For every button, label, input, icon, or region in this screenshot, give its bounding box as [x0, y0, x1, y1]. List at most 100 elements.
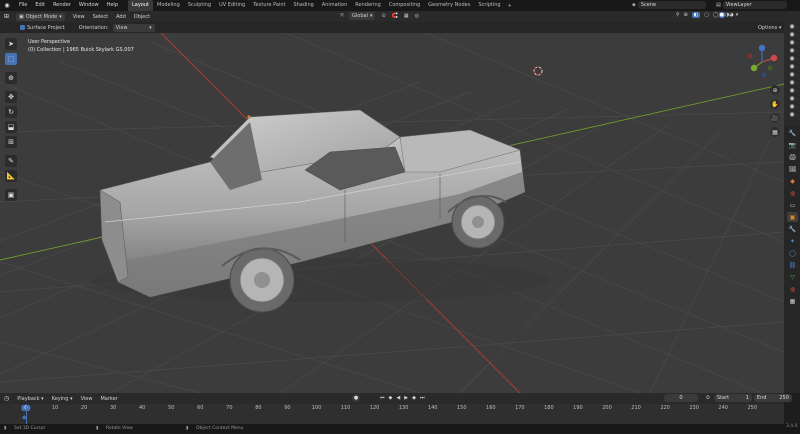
grid-perspective-icon[interactable]: ▦: [770, 127, 780, 137]
menu-file[interactable]: File: [15, 0, 31, 11]
view-layer-properties-icon[interactable]: 🖼: [787, 164, 798, 174]
transform-icon[interactable]: ⊞: [5, 136, 17, 148]
visibility-icon[interactable]: ◉: [784, 62, 800, 70]
visibility-icon[interactable]: ◉: [784, 22, 800, 30]
timeline-editor-icon[interactable]: ◷: [0, 395, 13, 402]
object-visibility-icon[interactable]: ⚲: [676, 12, 680, 18]
move-icon[interactable]: ✥: [5, 91, 17, 103]
surface-project-checkbox[interactable]: [20, 25, 25, 30]
options-dropdown[interactable]: Options ▾: [758, 25, 781, 31]
data-properties-icon[interactable]: ▽: [787, 272, 798, 282]
mode-dropdown[interactable]: ▣ Object Mode ▾: [16, 12, 65, 21]
play-icon[interactable]: ▶: [404, 395, 408, 401]
visibility-icon[interactable]: ◉: [784, 70, 800, 78]
menu-object[interactable]: Object: [130, 14, 154, 20]
prev-keyframe-icon[interactable]: ◆: [389, 395, 393, 401]
select-box-icon[interactable]: ⬚: [5, 53, 17, 65]
current-frame-field[interactable]: 0: [664, 394, 698, 402]
tab-uv-editing[interactable]: UV Editing: [215, 0, 249, 11]
pivot-icon[interactable]: ⊙: [381, 13, 385, 19]
tab-layout[interactable]: Layout: [128, 0, 153, 11]
tab-animation[interactable]: Animation: [318, 0, 352, 11]
visibility-icon[interactable]: ◉: [784, 38, 800, 46]
cursor-select-icon[interactable]: ➤: [5, 38, 17, 50]
proportional-edit-icon[interactable]: ◎: [415, 13, 419, 19]
shading-options-icon[interactable]: ▾: [736, 12, 739, 18]
record-icon[interactable]: ●: [352, 394, 360, 402]
3d-viewport[interactable]: User Perspective (0) Collection | 1965 B…: [0, 22, 784, 393]
pan-hand-icon[interactable]: ✋: [770, 99, 780, 109]
xray-icon[interactable]: ▢: [704, 12, 709, 18]
view-layer-selector[interactable]: ViewLayer: [722, 1, 787, 9]
frame-ruler[interactable]: 0102030405060708090100110120130140150160…: [0, 404, 784, 413]
visibility-icon[interactable]: ◉: [784, 78, 800, 86]
gizmo-icon[interactable]: ⊕: [684, 12, 688, 18]
camera-view-icon[interactable]: 🎥: [770, 113, 780, 123]
annotate-icon[interactable]: ✎: [5, 155, 17, 167]
playhead-marker-icon[interactable]: ◆: [22, 414, 27, 421]
surface-project-label[interactable]: Surface Project: [27, 25, 65, 31]
visibility-icon[interactable]: ◉: [784, 54, 800, 62]
visibility-icon[interactable]: ◉: [784, 46, 800, 54]
tab-compositing[interactable]: Compositing: [385, 0, 424, 11]
add-workspace-icon[interactable]: +: [505, 3, 515, 9]
transform-orientation-icon[interactable]: ⤧: [340, 13, 344, 19]
jump-end-icon[interactable]: ⏭: [420, 395, 425, 401]
visibility-icon[interactable]: ◉: [784, 86, 800, 94]
visibility-icon[interactable]: ◉: [784, 110, 800, 118]
play-reverse-icon[interactable]: ◀: [396, 395, 400, 401]
next-keyframe-icon[interactable]: ◆: [412, 395, 416, 401]
shading-rendered-icon[interactable]: ◕: [729, 12, 733, 18]
cursor-icon[interactable]: ⊕: [5, 72, 17, 84]
render-properties-icon[interactable]: 📷: [787, 140, 798, 150]
tab-texture-paint[interactable]: Texture Paint: [249, 0, 289, 11]
scale-icon[interactable]: ⬓: [5, 121, 17, 133]
tab-rendering[interactable]: Rendering: [351, 0, 385, 11]
scene-icon[interactable]: ◈: [632, 2, 636, 8]
blender-logo-icon[interactable]: ◉: [2, 1, 12, 11]
texture-properties-icon[interactable]: ▦: [787, 296, 798, 306]
scene-properties-icon[interactable]: ◆: [787, 176, 798, 186]
snap-icon[interactable]: 🧲: [392, 13, 398, 19]
menu-render[interactable]: Render: [49, 0, 75, 11]
zoom-icon[interactable]: ⊕: [770, 85, 780, 95]
menu-help[interactable]: Help: [103, 0, 122, 11]
menu-edit[interactable]: Edit: [31, 0, 49, 11]
snap-target-icon[interactable]: ▦: [404, 13, 409, 19]
tab-sculpting[interactable]: Sculpting: [184, 0, 215, 11]
visibility-icon[interactable]: ◉: [784, 94, 800, 102]
tab-shading[interactable]: Shading: [289, 0, 317, 11]
orientation-dropdown[interactable]: View ▾: [112, 23, 155, 32]
menu-view[interactable]: View: [69, 14, 89, 20]
navigation-gizmo[interactable]: [742, 42, 782, 82]
menu-playback[interactable]: Playback ▾: [13, 396, 47, 402]
rotate-icon[interactable]: ↻: [5, 106, 17, 118]
shading-wireframe-icon[interactable]: ◯: [713, 12, 719, 18]
menu-add[interactable]: Add: [112, 14, 130, 20]
menu-window[interactable]: Window: [75, 0, 103, 11]
modifier-properties-icon[interactable]: 🔧: [787, 224, 798, 234]
menu-keying[interactable]: Keying ▾: [48, 396, 77, 402]
transform-orientation-dropdown[interactable]: Global ▾: [349, 12, 376, 20]
tab-scripting[interactable]: Scripting: [474, 0, 504, 11]
clock-icon[interactable]: ⏲: [706, 395, 710, 401]
end-frame-field[interactable]: End 250: [753, 394, 792, 402]
tab-geometry-nodes[interactable]: Geometry Nodes: [424, 0, 474, 11]
particles-properties-icon[interactable]: ✦: [787, 236, 798, 246]
physics-properties-icon[interactable]: ◯: [787, 248, 798, 258]
overlays-icon[interactable]: ◐: [691, 12, 701, 18]
jump-start-icon[interactable]: ⏮: [380, 395, 385, 401]
tab-modeling[interactable]: Modeling: [153, 0, 184, 11]
tool-settings-icon[interactable]: 🔧: [787, 128, 798, 138]
visibility-icon[interactable]: ◉: [784, 30, 800, 38]
visibility-icon[interactable]: ◉: [784, 102, 800, 110]
material-properties-icon[interactable]: ◍: [787, 284, 798, 294]
constraints-properties-icon[interactable]: ⛓: [787, 260, 798, 270]
object-properties-icon[interactable]: ▣: [787, 212, 798, 222]
output-properties-icon[interactable]: 🖨: [787, 152, 798, 162]
add-cube-icon[interactable]: ▣: [5, 189, 17, 201]
world-properties-icon[interactable]: ◍: [787, 188, 798, 198]
menu-select[interactable]: Select: [89, 14, 112, 20]
view-layer-icon[interactable]: ▤: [716, 2, 721, 8]
collection-properties-icon[interactable]: ▭: [787, 200, 798, 210]
